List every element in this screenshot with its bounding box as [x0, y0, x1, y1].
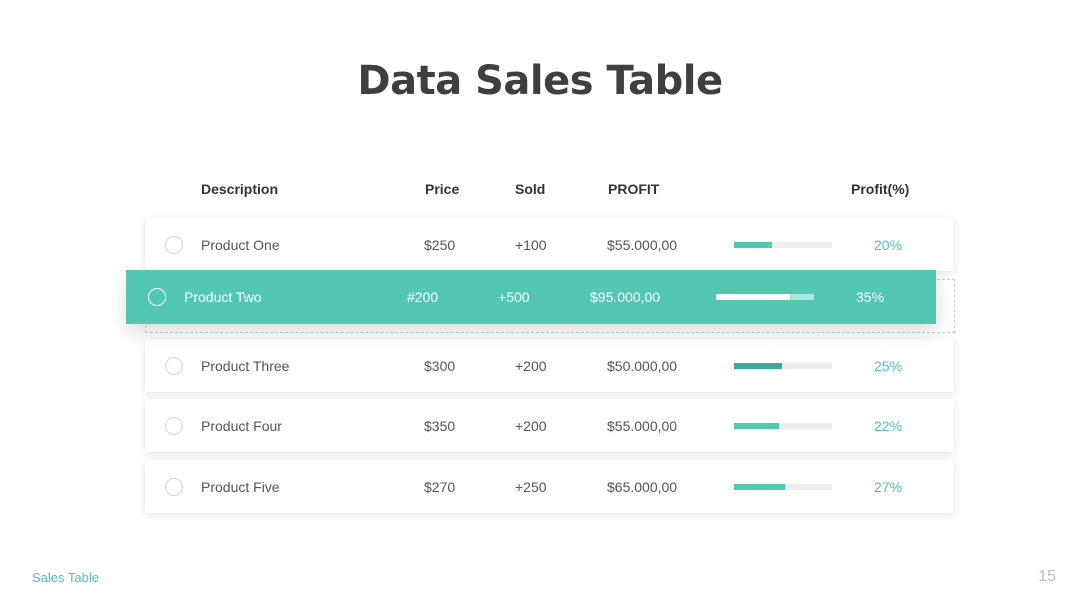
row-description: Product Four [201, 417, 282, 434]
footer-section-label: Sales Table [32, 570, 99, 585]
row-select-radio[interactable] [165, 356, 183, 375]
row-sold: +500 [498, 289, 530, 305]
row-select-radio[interactable] [165, 477, 183, 496]
table-row[interactable]: Product Three $300 +200 $50.000,00 25% [145, 339, 954, 392]
header-description: Description [201, 181, 279, 197]
row-select-radio[interactable] [165, 416, 183, 435]
row-sold: +200 [515, 417, 547, 434]
profit-progress-bar [716, 294, 814, 300]
header-sold: Sold [515, 181, 546, 197]
table-row[interactable]: Product Five $270 +250 $65.000,00 27% [145, 460, 954, 513]
header-profit-percent: Profit(%) [851, 181, 910, 197]
row-price: $270 [424, 478, 456, 495]
profit-progress-bar [734, 362, 832, 369]
profit-progress-fill [734, 241, 773, 248]
profit-progress-bar [734, 483, 832, 490]
row-select-radio[interactable] [165, 235, 183, 254]
table-row-selected[interactable]: Product Two #200 +500 $95.000,00 35% [126, 270, 936, 324]
profit-progress-bar [734, 241, 832, 248]
row-price: #200 [407, 289, 439, 305]
row-price: $350 [424, 417, 456, 434]
row-profit-percent: 35% [856, 289, 885, 305]
row-profit: $95.000,00 [590, 289, 661, 305]
page-number: 15 [1038, 568, 1056, 585]
row-profit: $65.000,00 [607, 478, 678, 495]
row-select-radio[interactable] [148, 288, 166, 306]
row-price: $250 [424, 236, 456, 253]
profit-progress-fill [716, 294, 791, 300]
row-sold: +250 [515, 478, 547, 495]
row-profit-percent: 22% [874, 417, 903, 434]
row-sold: +100 [515, 236, 547, 253]
profit-progress-fill [734, 483, 785, 490]
table-row[interactable]: Product One $250 +100 $55.000,00 20% [145, 218, 954, 271]
row-profit: $55.000,00 [607, 236, 678, 253]
row-profit-percent: 20% [874, 236, 903, 253]
profit-progress-fill [734, 362, 783, 369]
row-profit-percent: 27% [874, 478, 903, 495]
row-description: Product Three [201, 357, 290, 374]
profit-progress-fill [734, 422, 780, 429]
row-profit: $55.000,00 [607, 417, 678, 434]
profit-progress-bar [734, 422, 832, 429]
page-title: Data Sales Table [357, 58, 723, 104]
row-description: Product One [201, 236, 280, 253]
header-profit: PROFIT [608, 181, 660, 197]
row-description: Product Two [184, 289, 262, 305]
row-description: Product Five [201, 478, 280, 495]
row-price: $300 [424, 357, 456, 374]
row-sold: +200 [515, 357, 547, 374]
row-profit: $50.000,00 [607, 357, 678, 374]
row-profit-percent: 25% [874, 357, 903, 374]
header-price: Price [425, 181, 460, 197]
table-row[interactable]: Product Four $350 +200 $55.000,00 22% [145, 399, 954, 452]
